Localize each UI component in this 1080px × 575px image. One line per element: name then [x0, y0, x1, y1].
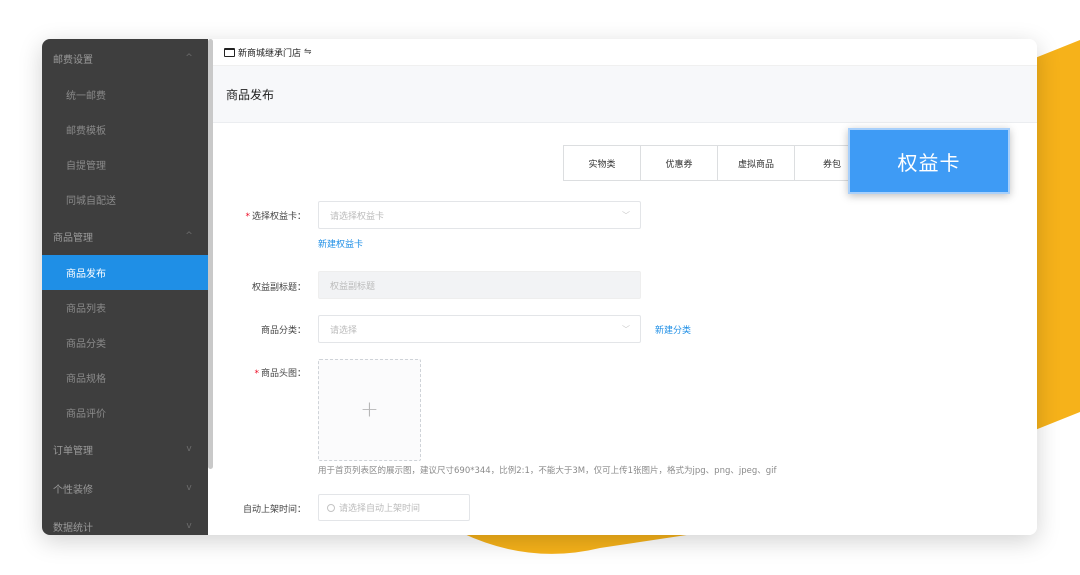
chevron-down-icon: ﹀ — [622, 325, 630, 334]
sidebar-item-label: 数据统计 — [53, 523, 93, 534]
image-label: * 商品头图： — [216, 366, 306, 379]
tab-coupon[interactable]: 优惠券 — [640, 145, 718, 181]
sidebar-item-product-list[interactable]: 商品列表 — [42, 290, 208, 325]
sidebar-group-orders[interactable]: 订单管理 v — [42, 432, 208, 467]
card-label-text: 选择权益卡： — [251, 212, 306, 222]
sidebar-group-decoration[interactable]: 个性装修 v — [42, 471, 208, 506]
tab-physical[interactable]: 实物类 — [563, 145, 641, 181]
sidebar-group-statistics[interactable]: 数据统计 v — [42, 509, 208, 535]
new-card-link[interactable]: 新建权益卡 — [318, 237, 363, 250]
sidebar: 邮费设置 ^ 统一邮费 邮费模板 自提管理 同城自配送 商品管理 ^ 商品发布 — [42, 39, 208, 535]
sidebar-item-local-delivery[interactable]: 同城自配送 — [42, 182, 208, 217]
store-name: 新商城继承门店 — [238, 48, 302, 59]
sidebar-group-shipping[interactable]: 邮费设置 ^ — [42, 41, 208, 76]
clock-icon — [327, 503, 335, 512]
required-mark: * — [254, 369, 259, 379]
subtitle-placeholder: 权益副标题 — [330, 281, 376, 292]
sidebar-item-product-publish[interactable]: 商品发布 — [42, 255, 208, 290]
sidebar-item-label: 商品发布 — [66, 269, 106, 280]
swap-icon[interactable]: ⇋ — [304, 47, 312, 57]
tab-coupon-pack[interactable]: 券包 — [794, 145, 854, 181]
category-label: 商品分类： — [260, 326, 306, 336]
sidebar-item-shipping-template[interactable]: 邮费模板 — [42, 112, 208, 147]
sidebar-item-label: 商品分类 — [66, 339, 106, 350]
sidebar-item-label: 自提管理 — [66, 161, 106, 172]
auto-time-label: 自动上架时间： — [242, 505, 306, 515]
category-select-placeholder: 请选择 — [330, 325, 358, 336]
sidebar-item-label: 商品列表 — [66, 304, 106, 315]
page-title: 商品发布 — [226, 87, 275, 102]
tab-virtual[interactable]: 虚拟商品 — [717, 145, 795, 181]
chevron-up-icon: ^ — [185, 53, 193, 63]
auto-time-picker[interactable]: 请选择自动上架时间 — [318, 494, 470, 521]
sidebar-item-label: 邮费模板 — [66, 126, 106, 137]
page-header: 商品发布 — [213, 66, 1037, 123]
sidebar-item-unified-shipping[interactable]: 统一邮费 — [42, 77, 208, 112]
chevron-up-icon: ^ — [185, 231, 193, 241]
sidebar-item-pickup[interactable]: 自提管理 — [42, 147, 208, 182]
sidebar-item-label: 邮费设置 — [53, 55, 93, 66]
sidebar-group-products[interactable]: 商品管理 ^ — [42, 219, 208, 254]
sidebar-item-label: 订单管理 — [53, 446, 93, 457]
store-icon — [224, 47, 235, 57]
chevron-down-icon: v — [186, 444, 192, 454]
stage: 邮费设置 ^ 统一邮费 邮费模板 自提管理 同城自配送 商品管理 ^ 商品发布 — [0, 0, 1080, 575]
sidebar-item-label: 商品管理 — [53, 233, 93, 244]
image-upload[interactable]: + — [318, 359, 421, 461]
app-window: 邮费设置 ^ 统一邮费 邮费模板 自提管理 同城自配送 商品管理 ^ 商品发布 — [42, 39, 1037, 535]
image-hint: 用于首页列表区的展示图，建议尺寸690*344，比例2:1，不能大于3M，仅可上… — [318, 466, 777, 476]
chevron-down-icon: v — [186, 521, 192, 531]
plus-icon: + — [360, 397, 379, 423]
sidebar-item-label: 商品规格 — [66, 374, 106, 385]
sidebar-item-label: 商品评价 — [66, 409, 106, 420]
auto-time-placeholder: 请选择自动上架时间 — [339, 504, 421, 514]
card-select-placeholder: 请选择权益卡 — [330, 211, 385, 222]
image-label-text: 商品头图： — [260, 369, 306, 379]
required-mark: * — [245, 212, 250, 222]
subtitle-label: 权益副标题： — [251, 283, 306, 293]
card-select[interactable]: 请选择权益卡 ﹀ — [318, 201, 641, 229]
store-switcher[interactable]: 新商城继承门店 ⇋ — [213, 39, 1037, 66]
chevron-down-icon: ﹀ — [622, 211, 630, 220]
chevron-down-icon: v — [186, 483, 192, 493]
category-select[interactable]: 请选择 ﹀ — [318, 315, 641, 343]
sidebar-item-label: 同城自配送 — [66, 196, 116, 207]
sidebar-item-label: 个性装修 — [53, 485, 93, 496]
membership-card-callout: 权益卡 — [848, 128, 1010, 194]
new-category-link[interactable]: 新建分类 — [655, 323, 691, 336]
sidebar-item-product-category[interactable]: 商品分类 — [42, 325, 208, 360]
sidebar-item-label: 统一邮费 — [66, 91, 106, 102]
sidebar-item-product-spec[interactable]: 商品规格 — [42, 360, 208, 395]
product-type-tabs: 实物类 优惠券 虚拟商品 券包 — [563, 145, 854, 181]
sidebar-item-product-review[interactable]: 商品评价 — [42, 395, 208, 430]
card-label: * 选择权益卡： — [216, 209, 306, 222]
subtitle-input[interactable]: 权益副标题 — [318, 271, 641, 299]
